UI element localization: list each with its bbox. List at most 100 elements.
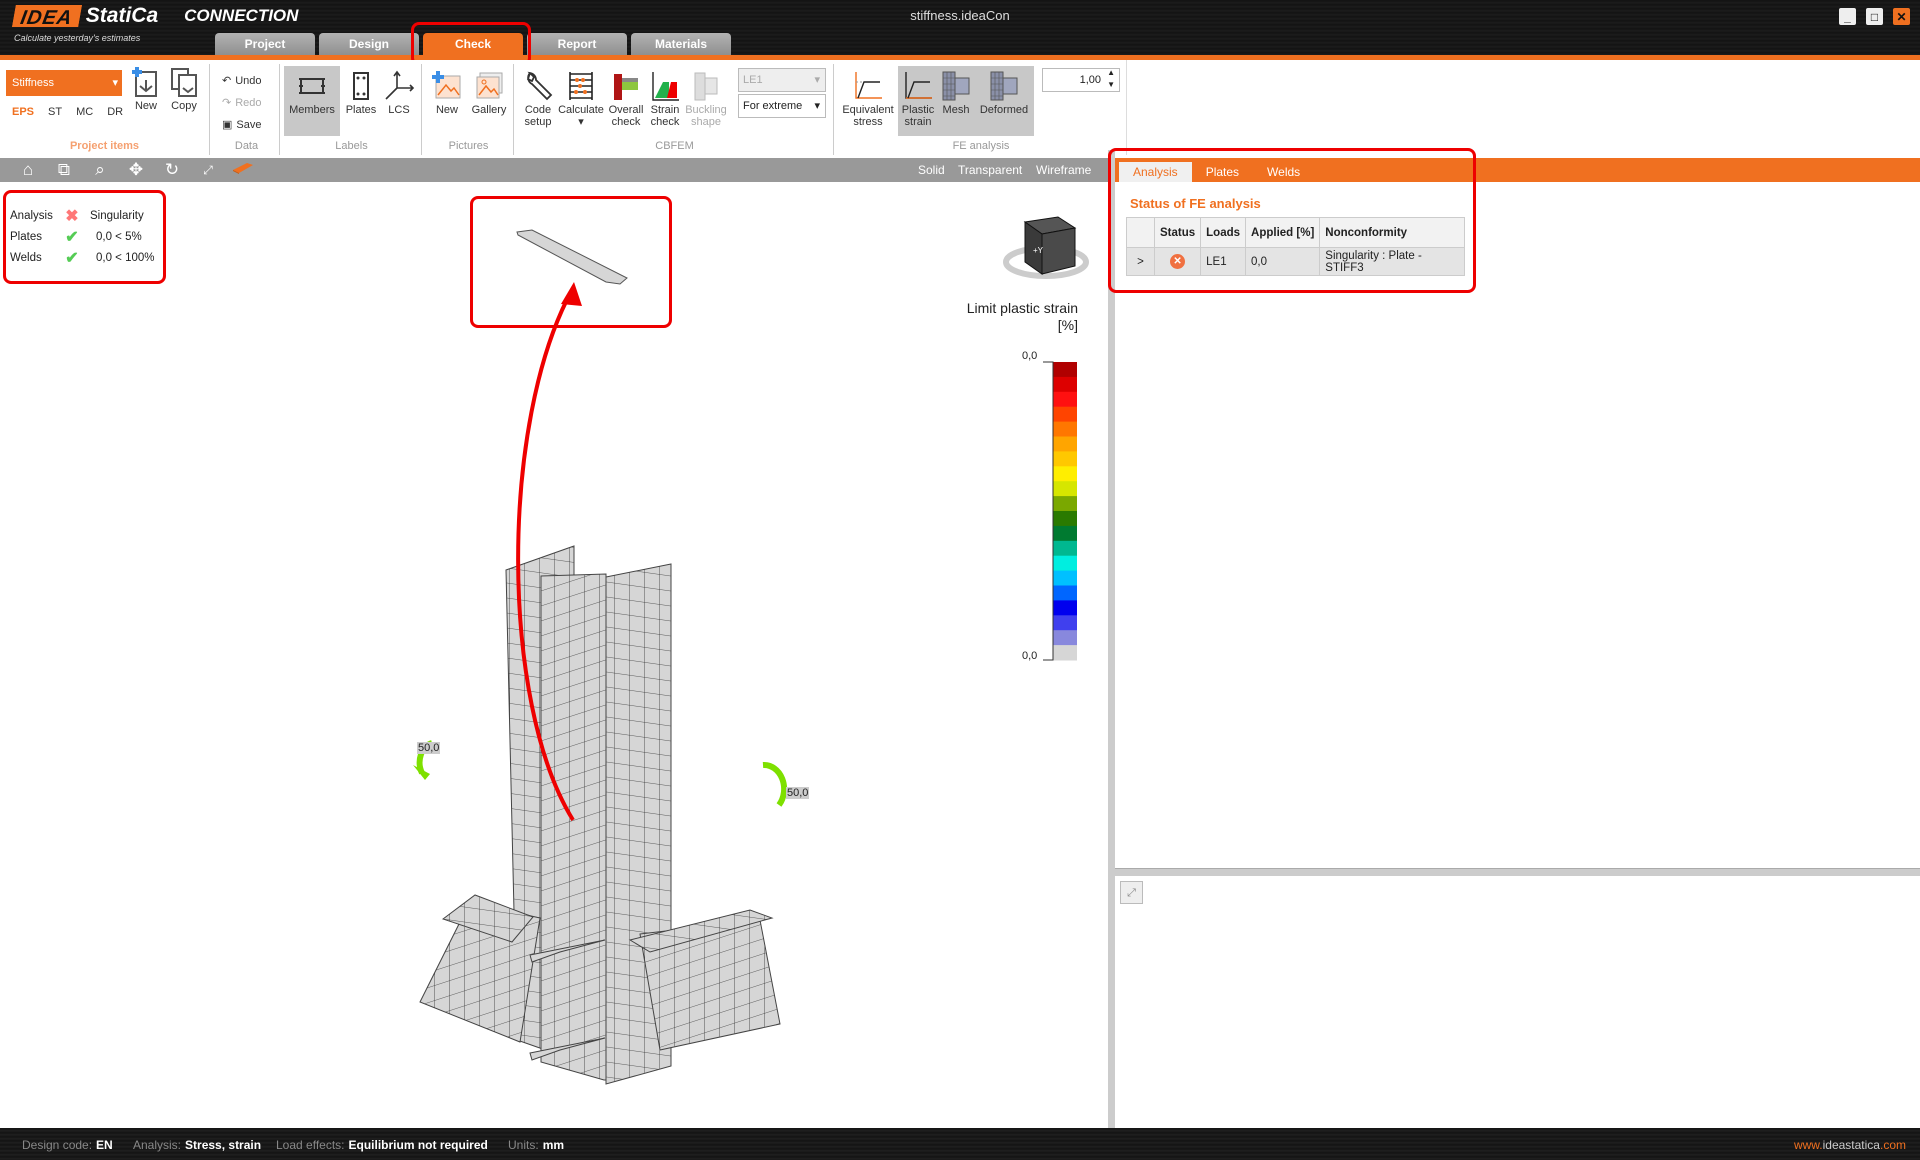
zoom-window-icon[interactable]: ⧉	[54, 161, 74, 179]
moment-label-right: 50,0	[786, 787, 810, 799]
minimize-icon[interactable]: _	[1839, 8, 1856, 25]
extreme-select[interactable]: For extreme ▾	[738, 94, 826, 118]
title-bar: IDEA StatiCa CONNECTION Calculate yester…	[0, 0, 1920, 55]
tab-welds[interactable]: Welds	[1253, 162, 1314, 182]
legend-swatch	[1053, 376, 1077, 393]
expand-icon[interactable]: ⤢	[1120, 881, 1143, 904]
tab-materials[interactable]: Materials	[631, 33, 731, 55]
mode-wireframe[interactable]: Wireframe	[1036, 163, 1091, 177]
status-label: Design code:	[22, 1138, 93, 1152]
new-item-button[interactable]: New	[128, 66, 164, 112]
table-row[interactable]: > ✕ LE1 0,0 Singularity : Plate - STIFF3	[1126, 247, 1466, 276]
status-value: mm	[542, 1138, 565, 1152]
undo-button[interactable]: ↶ Undo	[222, 74, 262, 88]
new-picture-button[interactable]: New	[428, 66, 466, 116]
members-label-toggle[interactable]: Members	[284, 66, 340, 136]
type-dr[interactable]: DR	[107, 106, 123, 118]
table-header: Status Loads Applied [%] Nonconformity	[1126, 217, 1466, 248]
tab-design[interactable]: Design	[319, 33, 419, 55]
group-label-labels: Labels	[335, 140, 368, 152]
lcs-axes-icon	[385, 70, 415, 100]
check-label: Plates	[10, 231, 42, 243]
pan-icon[interactable]: ✥	[126, 161, 146, 179]
cell-nonconformity: Singularity : Plate - STIFF3	[1319, 247, 1466, 276]
check-value: 0,0 < 5%	[96, 231, 142, 243]
type-mc[interactable]: MC	[76, 106, 93, 118]
spinner-arrows-icon[interactable]: ▲ ▼	[1107, 67, 1115, 91]
status-analysis: Analysis: Stress, strain	[133, 1138, 261, 1152]
new-item-icon	[132, 67, 157, 97]
site-suffix: .com	[1879, 1138, 1906, 1152]
stress-strain-icon	[855, 72, 882, 99]
save-button[interactable]: ▣ Save	[222, 118, 262, 132]
type-eps[interactable]: EPS	[12, 106, 34, 118]
gallery-icon	[476, 72, 503, 99]
undo-label: Undo	[235, 74, 262, 87]
fit-icon[interactable]: ⤢	[198, 161, 218, 179]
overall-check-button[interactable]: Overall check	[606, 66, 646, 128]
load-case-select[interactable]: LE1 ▾	[738, 68, 826, 92]
equivalent-stress-label-1: Equivalent	[842, 104, 894, 116]
website-link[interactable]: www.ideastatica.com	[1794, 1138, 1906, 1152]
home-icon[interactable]: ⌂	[18, 161, 38, 179]
mesh-label: Mesh	[942, 104, 970, 116]
strain-check-label-2: check	[650, 116, 680, 128]
deformed-button[interactable]: Deformed	[976, 66, 1032, 116]
tab-project[interactable]: Project	[215, 33, 315, 55]
plastic-strain-label-1: Plastic	[901, 104, 935, 116]
group-label-fe-analysis: FE analysis	[952, 140, 1010, 152]
mode-solid[interactable]: Solid	[918, 163, 945, 177]
equivalent-stress-button[interactable]: Equivalent stress	[840, 66, 896, 128]
abacus-icon	[569, 72, 593, 100]
copy-icon	[171, 68, 197, 97]
vertical-splitter[interactable]	[1108, 150, 1115, 1128]
document-title: stiffness.ideaCon	[910, 8, 1010, 23]
buckling-shape-label-2: shape	[691, 116, 721, 128]
scale-spinner[interactable]: 1,00 ▲ ▼	[1042, 68, 1120, 92]
plastic-strain-label-2: strain	[904, 116, 932, 128]
legend-swatch	[1053, 525, 1077, 542]
buckling-shape-button[interactable]: Buckling shape	[684, 66, 728, 128]
new-label: New	[134, 100, 157, 112]
status-bar: Design code: EN Analysis: Stress, strain L…	[0, 1128, 1920, 1160]
project-item-selector[interactable]: Stiffness ▾	[6, 70, 122, 96]
rotate-icon[interactable]: ↻	[162, 161, 182, 179]
tab-check[interactable]: Check	[423, 33, 523, 55]
type-st[interactable]: ST	[48, 106, 62, 118]
tab-plates[interactable]: Plates	[1192, 162, 1253, 182]
gallery-button[interactable]: Gallery	[468, 66, 510, 116]
legend-bar	[1043, 361, 1077, 661]
maximize-icon[interactable]: □	[1866, 8, 1883, 25]
zoom-icon[interactable]: ⌕	[90, 161, 110, 179]
strain-check-button[interactable]: Strain check	[646, 66, 684, 128]
code-setup-button[interactable]: Code setup	[518, 66, 558, 128]
undo-icon: ↶	[222, 75, 232, 87]
group-cbfem: Code setup Calculate ▾ Overall check Strain…	[516, 64, 834, 155]
lcs-label-toggle[interactable]: LCS	[382, 66, 416, 116]
copy-item-button[interactable]: Copy	[166, 66, 202, 112]
overall-check-icon	[614, 74, 638, 100]
tab-analysis[interactable]: Analysis	[1119, 162, 1192, 182]
calculate-button[interactable]: Calculate ▾	[556, 66, 606, 128]
legend-title-text: Limit plastic strain	[966, 300, 1078, 316]
save-label: Save	[236, 118, 262, 131]
load-case-value: LE1	[743, 74, 763, 86]
plates-label-toggle[interactable]: Plates	[344, 66, 378, 116]
legend-swatch	[1053, 406, 1077, 423]
solid-view-icon[interactable]	[232, 161, 253, 179]
site-prefix: www.	[1793, 1138, 1823, 1152]
check-row-analysis: Analysis ✖ Singularity	[10, 206, 144, 226]
mesh-button[interactable]: Mesh	[938, 66, 974, 116]
gallery-label: Gallery	[471, 104, 507, 116]
close-icon[interactable]: ✕	[1893, 8, 1910, 25]
moment-label-left: 50,0	[417, 742, 441, 754]
expand-row-chevron-icon[interactable]: >	[1126, 247, 1155, 276]
nav-cube-side[interactable]	[1041, 227, 1076, 275]
plastic-strain-button[interactable]: Plastic strain	[900, 66, 936, 128]
mode-transparent[interactable]: Transparent	[958, 163, 1022, 177]
tab-report[interactable]: Report	[527, 33, 627, 55]
status-label: Load effects:	[276, 1138, 345, 1152]
redo-button[interactable]: ↷ Redo	[222, 96, 262, 110]
col-expand	[1126, 217, 1155, 248]
horizontal-splitter[interactable]	[1115, 868, 1920, 876]
